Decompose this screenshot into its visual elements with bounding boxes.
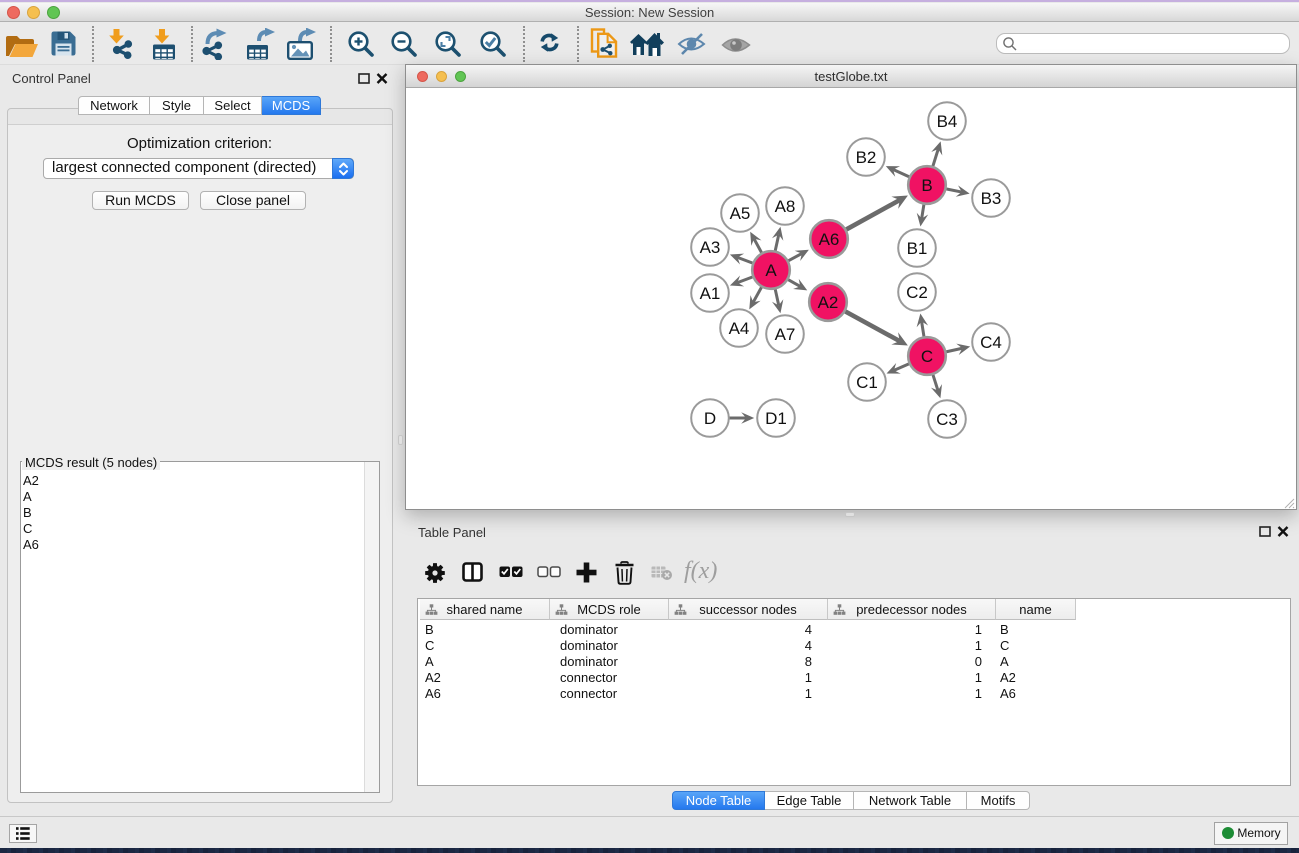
svg-text:A8: A8 <box>775 197 796 216</box>
svg-text:B1: B1 <box>907 239 928 258</box>
svg-text:B4: B4 <box>937 112 958 131</box>
svg-text:B: B <box>921 176 932 195</box>
svg-text:A4: A4 <box>729 319 750 338</box>
svg-text:A: A <box>765 261 777 280</box>
svg-text:C3: C3 <box>936 410 958 429</box>
svg-text:D: D <box>704 409 716 428</box>
svg-text:C: C <box>921 347 933 366</box>
svg-text:B2: B2 <box>856 148 877 167</box>
svg-text:B3: B3 <box>981 189 1002 208</box>
svg-text:C2: C2 <box>906 283 928 302</box>
svg-text:A2: A2 <box>818 293 839 312</box>
svg-text:A7: A7 <box>775 325 796 344</box>
svg-text:A6: A6 <box>819 230 840 249</box>
svg-text:A1: A1 <box>700 284 721 303</box>
svg-text:C4: C4 <box>980 333 1002 352</box>
svg-text:D1: D1 <box>765 409 787 428</box>
svg-text:C1: C1 <box>856 373 878 392</box>
svg-text:A3: A3 <box>700 238 721 257</box>
svg-text:A5: A5 <box>730 204 751 223</box>
